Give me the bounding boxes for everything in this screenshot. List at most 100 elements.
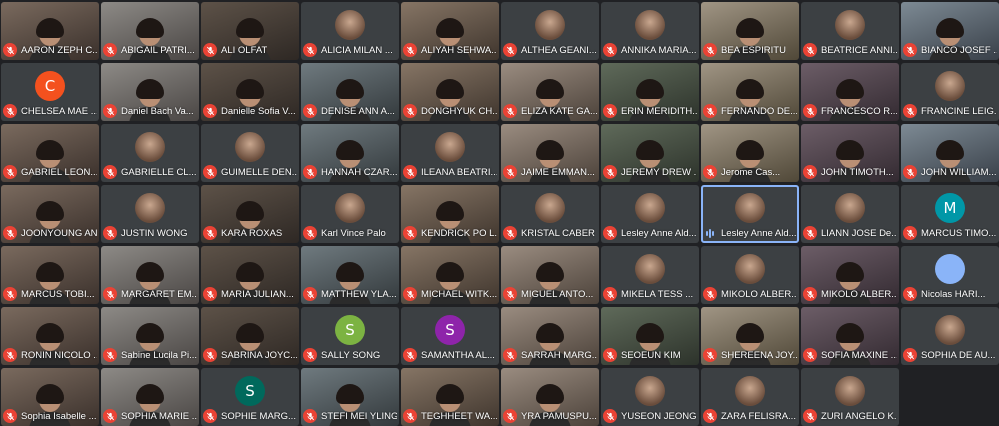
participant-tile[interactable]: MIKOLO ALBER...	[801, 246, 899, 304]
participant-tile[interactable]: BEATRICE ANNI...	[801, 2, 899, 60]
participant-tile[interactable]: LIANN JOSE De...	[801, 185, 899, 243]
participant-tile[interactable]: AARON ZEPH C...	[1, 2, 99, 60]
participant-tile[interactable]: SOPHIA MARIE ...	[101, 368, 199, 426]
participant-name-bar: MIKOLO ALBER...	[703, 287, 797, 301]
participant-tile[interactable]: JOONYOUNG AN	[1, 185, 99, 243]
participant-name: ZARA FELISRA...	[721, 410, 796, 422]
participant-name-bar: ZURI ANGELO K...	[803, 409, 897, 423]
participant-tile[interactable]: ALIYAH SEHWA...	[401, 2, 499, 60]
participant-name-bar: ZARA FELISRA...	[703, 409, 797, 423]
participant-name-bar: KRISTAL CABER	[503, 226, 597, 240]
participant-name-bar: BIANCO JOSEF ...	[903, 43, 997, 57]
mic-off-icon	[503, 43, 517, 57]
participant-tile[interactable]: MICHAEL WITK...	[401, 246, 499, 304]
participant-tile[interactable]: YUSEON JEONG	[601, 368, 699, 426]
participant-name: MARIA JULIAN...	[221, 288, 294, 300]
participant-tile[interactable]: TEGHHEET WA...	[401, 368, 499, 426]
participant-tile[interactable]: Danielle Sofia V...	[201, 63, 299, 121]
participant-name-bar: Nicolas HARI...	[903, 287, 997, 301]
participant-tile[interactable]: Nicolas HARI...	[901, 246, 999, 304]
participant-tile[interactable]: ANNIKA MARIA...	[601, 2, 699, 60]
participant-tile[interactable]: JOHN WILLIAM...	[901, 124, 999, 182]
participant-tile[interactable]: BIANCO JOSEF ...	[901, 2, 999, 60]
participant-tile[interactable]: MIGUEL ANTO...	[501, 246, 599, 304]
participant-tile[interactable]: ALTHEA GEANI...	[501, 2, 599, 60]
participant-tile[interactable]: S SALLY SONG	[301, 307, 399, 365]
participant-name: GABRIELLE CL...	[121, 166, 197, 178]
participant-name-bar: BEATRICE ANNI...	[803, 43, 897, 57]
participant-tile[interactable]: ILEANA BEATRI...	[401, 124, 499, 182]
participant-tile[interactable]: FERNANDO DE...	[701, 63, 799, 121]
mic-off-icon	[3, 409, 17, 423]
participant-tile[interactable]: Sabine Lucila Pi...	[101, 307, 199, 365]
participant-name: Karl Vince Palo	[321, 227, 386, 239]
participant-name: Sabine Lucila Pi...	[121, 349, 197, 361]
participant-name-bar: FRANCINE LEIG...	[903, 104, 997, 118]
participant-tile[interactable]: ALICIA MILAN ...	[301, 2, 399, 60]
participant-tile[interactable]: JAIME EMMAN...	[501, 124, 599, 182]
participant-name-bar: FRANCESCO R...	[803, 104, 897, 118]
participant-tile[interactable]: Sophia Isabelle ...	[1, 368, 99, 426]
avatar	[335, 193, 365, 224]
participant-tile[interactable]: MIKELA TESS ...	[601, 246, 699, 304]
participant-tile[interactable]: DONGHYUK CH...	[401, 63, 499, 121]
participant-tile[interactable]: BEA ESPIRITU	[701, 2, 799, 60]
participant-tile[interactable]: SABRINA JOYC...	[201, 307, 299, 365]
participant-tile[interactable]: STEFI MEI YLING	[301, 368, 399, 426]
participant-tile[interactable]: KRISTAL CABER	[501, 185, 599, 243]
participant-tile[interactable]: MIKOLO ALBER...	[701, 246, 799, 304]
participant-tile[interactable]: GABRIEL LEON...	[1, 124, 99, 182]
participant-tile[interactable]: ERIN MERIDITH...	[601, 63, 699, 121]
participant-name: LIANN JOSE De...	[821, 227, 897, 239]
participant-tile[interactable]: RONIN NICOLO ...	[1, 307, 99, 365]
participant-tile[interactable]: Karl Vince Palo	[301, 185, 399, 243]
participant-tile[interactable]: ALI OLFAT	[201, 2, 299, 60]
participant-tile[interactable]: MATTHEW YLA...	[301, 246, 399, 304]
participant-name: JEREMY DREW ...	[621, 166, 697, 178]
participant-tile[interactable]: DENISE ANN A...	[301, 63, 399, 121]
participant-tile[interactable]: ZARA FELISRA...	[701, 368, 799, 426]
participant-tile[interactable]: Lesley Anne Ald...	[701, 185, 799, 243]
mic-off-icon	[403, 409, 417, 423]
participant-tile[interactable]: MARGARET EM...	[101, 246, 199, 304]
participant-tile[interactable]: SOPHIA DE AU...	[901, 307, 999, 365]
participant-tile[interactable]: SEOEUN KIM	[601, 307, 699, 365]
participant-tile[interactable]: ABIGAIL PATRI...	[101, 2, 199, 60]
participant-name: MATTHEW YLA...	[321, 288, 397, 300]
participant-tile[interactable]: ELIZA KATE GA...	[501, 63, 599, 121]
participant-tile[interactable]: Lesley Anne Ald...	[601, 185, 699, 243]
participant-tile[interactable]: KENDRICK PO L...	[401, 185, 499, 243]
participant-tile[interactable]: M MARCUS TIMO...	[901, 185, 999, 243]
participant-tile[interactable]: KARA ROXAS	[201, 185, 299, 243]
participant-tile[interactable]: JOHN TIMOTH...	[801, 124, 899, 182]
participant-name-bar: MARCUS TOBI...	[3, 287, 97, 301]
participant-tile[interactable]: HANNAH CZAR...	[301, 124, 399, 182]
participant-tile[interactable]: FRANCINE LEIG...	[901, 63, 999, 121]
participant-tile[interactable]: SARRAH MARG...	[501, 307, 599, 365]
participant-tile[interactable]: YRA PAMUSPU...	[501, 368, 599, 426]
participant-tile[interactable]: JEREMY DREW ...	[601, 124, 699, 182]
participant-name-bar: ANNIKA MARIA...	[603, 43, 697, 57]
participant-tile[interactable]: MARCUS TOBI...	[1, 246, 99, 304]
participant-name-bar: KENDRICK PO L...	[403, 226, 497, 240]
participant-name-bar: SEOEUN KIM	[603, 348, 697, 362]
mic-off-icon	[803, 226, 817, 240]
participant-tile[interactable]: ZURI ANGELO K...	[801, 368, 899, 426]
participant-tile[interactable]: FRANCESCO R...	[801, 63, 899, 121]
participant-tile[interactable]: SHEREENA JOY...	[701, 307, 799, 365]
participant-tile[interactable]: Daniel Bach Va...	[101, 63, 199, 121]
participant-name-bar: LIANN JOSE De...	[803, 226, 897, 240]
avatar	[835, 10, 865, 41]
avatar	[935, 315, 965, 346]
participant-tile[interactable]: JUSTIN WONG	[101, 185, 199, 243]
participant-tile[interactable]: GABRIELLE CL...	[101, 124, 199, 182]
participant-tile[interactable]: GUIMELLE DEN...	[201, 124, 299, 182]
participant-tile[interactable]: Jerome Cas...	[701, 124, 799, 182]
participant-name-bar: SOPHIA MARIE ...	[103, 409, 197, 423]
participant-tile[interactable]: MARIA JULIAN...	[201, 246, 299, 304]
participant-tile[interactable]: SOFIA MAXINE ...	[801, 307, 899, 365]
participant-tile[interactable]: S SAMANTHA AL...	[401, 307, 499, 365]
participant-tile[interactable]: S SOPHIE MARG...	[201, 368, 299, 426]
participant-name: SAMANTHA AL...	[421, 349, 495, 361]
participant-tile[interactable]: C CHELSEA MAE ...	[1, 63, 99, 121]
